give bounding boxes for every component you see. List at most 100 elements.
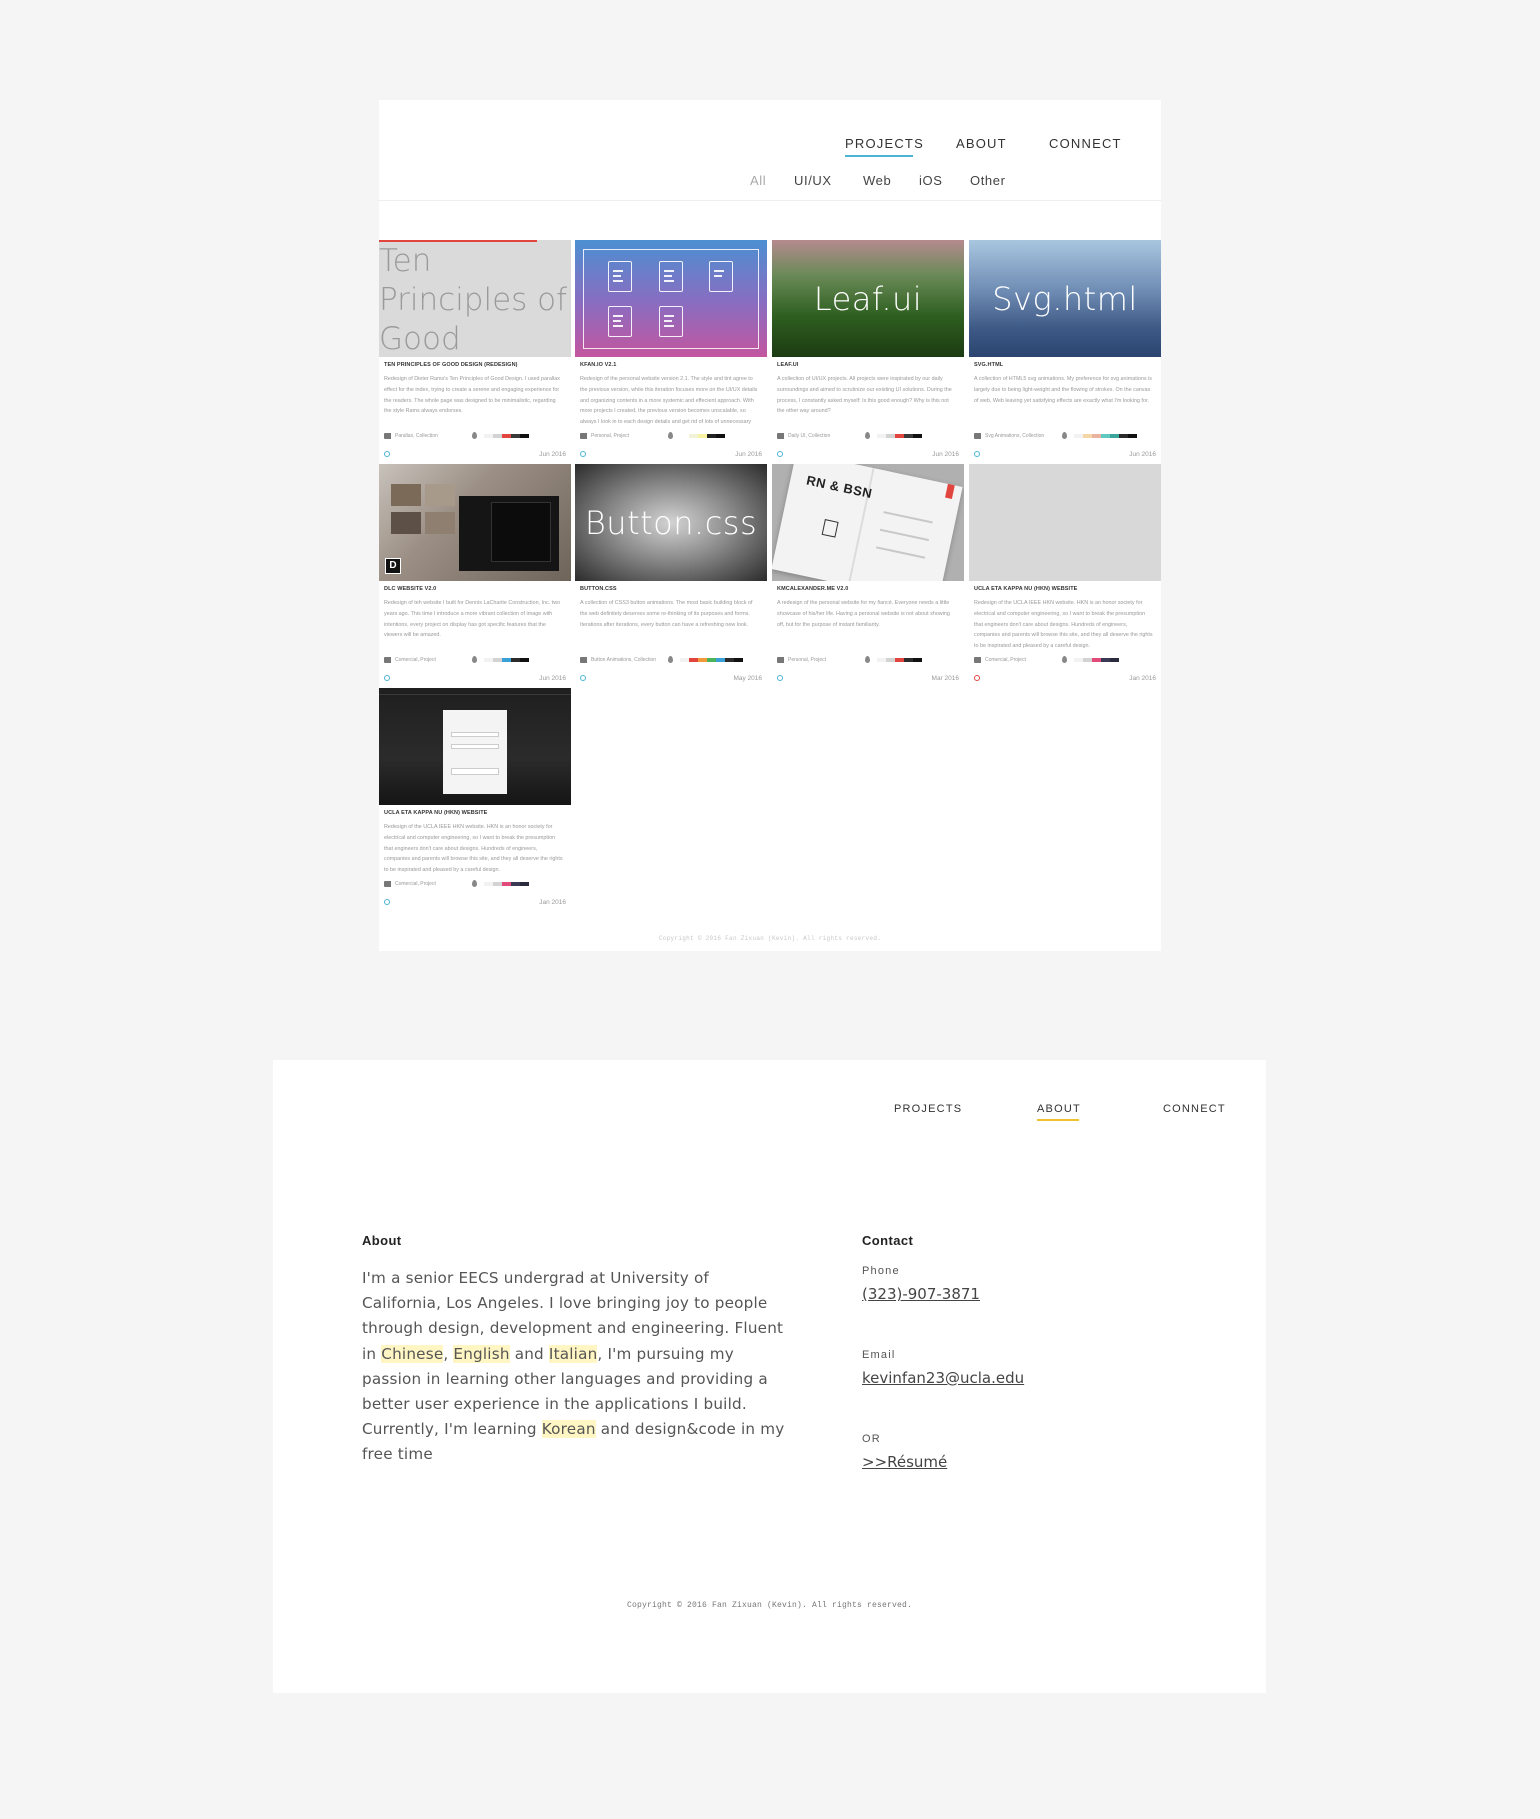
project-tags[interactable]: Parallax, Collection [395,433,438,439]
project-tags[interactable]: Comercial, Project [395,657,436,663]
color-palette [680,658,743,662]
text-line [876,546,926,559]
palette-swatch [913,434,922,438]
thumbnail-title: Svg.html [992,279,1138,318]
nav-projects-link[interactable]: PROJECTS [894,1103,962,1115]
palette-swatch [904,434,913,438]
status-dot-icon [974,675,980,681]
project-tags[interactable]: Button Animations, Collection [591,657,656,663]
project-thumbnail[interactable]: RN & BSN [772,464,964,581]
color-drop-icon [1062,432,1067,439]
project-name[interactable]: UCLA ETA KAPPA NU (HKN) WEBSITE [974,586,1077,592]
login-field [451,732,499,737]
tag-icon [384,657,391,663]
project-card[interactable]: Button.css BUTTON.CSS A collection of CS… [575,464,767,689]
color-drop-icon [668,432,673,439]
palette-swatch [886,658,895,662]
palette-swatch [895,658,904,662]
palette-swatch [484,882,493,886]
open-book-mockup: RN & BSN [772,464,963,581]
project-name[interactable]: LEAF.UI [777,362,798,368]
thumbnail-title: Ten Principles of Good Design [379,243,568,357]
project-tags[interactable]: Comercial, Project [395,881,436,887]
project-meta: Daily UI, Collection [777,432,959,441]
palette-swatch [1110,658,1119,662]
filter-ios[interactable]: iOS [919,173,942,188]
project-date: Jun 2016 [539,675,566,682]
palette-swatch [716,658,725,662]
project-card[interactable]: KFAN.IO V2.1 Redesign of the personal we… [575,240,767,465]
project-card[interactable]: Ten Principles of Good Design TEN PRINCI… [379,240,571,465]
filter-web[interactable]: Web [863,173,891,188]
palette-swatch [493,882,502,886]
palette-swatch [520,882,529,886]
nav-about-link[interactable]: ABOUT [1037,1103,1081,1115]
project-card[interactable]: UCLA ETA KAPPA NU (HKN) WEBSITE Redesign… [969,464,1161,689]
color-drop-icon [472,432,477,439]
project-footer: Jun 2016 [384,675,566,683]
project-name[interactable]: KFAN.IO V2.1 [580,362,616,368]
nav-connect-link[interactable]: CONNECT [1049,136,1122,151]
phone-link[interactable]: (323)-907-3871 [862,1285,980,1303]
status-dot-icon [384,899,390,905]
about-paragraph: I'm a senior EECS undergrad at Universit… [362,1266,792,1468]
color-palette [484,658,529,662]
project-thumbnail[interactable] [969,464,1161,581]
color-drop-icon [472,880,477,887]
photo-thumb [391,512,421,534]
project-tags[interactable]: Personal, Project [591,433,629,439]
document-icon [659,306,683,337]
project-tags[interactable]: Svg Animations, Collection [985,433,1044,439]
thumbnail-title: Button.css [584,503,758,542]
resume-link[interactable]: >>Résumé [862,1453,947,1471]
project-card[interactable]: D DLC WEBSITE V2.0 Redesign of teh websi… [379,464,571,689]
filter-other[interactable]: Other [970,173,1006,188]
filter-uiux[interactable]: UI/UX [794,173,832,188]
project-name[interactable]: UCLA ETA KAPPA NU (HKN) WEBSITE [384,810,487,816]
palette-swatch [1074,658,1083,662]
about-page-card: PROJECTS ABOUT CONNECT About I'm a senio… [273,1060,1266,1693]
tag-icon [777,433,784,439]
project-name[interactable]: TEN PRINCIPLES OF GOOD DESIGN (REDESIGN) [384,362,518,368]
login-panel [443,710,507,794]
project-card[interactable]: RN & BSN KMCALEXANDER.ME V2.0 A redesign… [772,464,964,689]
tag-icon [384,881,391,887]
project-meta: Parallax, Collection [384,432,566,441]
color-palette [680,434,725,438]
project-tags[interactable]: Comercial, Project [985,657,1026,663]
project-meta: Svg Animations, Collection [974,432,1156,441]
email-link[interactable]: kevinfan23@ucla.edu [862,1369,1024,1387]
palette-swatch [502,434,511,438]
project-thumbnail[interactable] [575,240,767,357]
palette-swatch [886,434,895,438]
nav-about-link[interactable]: ABOUT [956,136,1007,151]
text-line [879,528,930,541]
project-thumbnail[interactable]: Leaf.ui [772,240,964,357]
project-tags[interactable]: Personal, Project [788,657,826,663]
project-name[interactable]: KMCALEXANDER.ME V2.0 [777,586,848,592]
filter-all[interactable]: All [750,173,766,188]
project-date: Jun 2016 [932,451,959,458]
email-block: Email kevinfan23@ucla.edu [862,1349,1024,1388]
project-thumbnail[interactable]: Svg.html [969,240,1161,357]
palette-swatch [689,658,698,662]
project-thumbnail[interactable] [379,688,571,805]
project-thumbnail[interactable]: D [379,464,571,581]
project-thumbnail[interactable]: Ten Principles of Good Design [379,240,571,357]
project-card[interactable]: Svg.html SVG.HTML A collection of HTML5 … [969,240,1161,465]
nav-projects-link[interactable]: PROJECTS [845,136,924,151]
project-tags[interactable]: Daily UI, Collection [788,433,830,439]
language-highlight: Chinese [381,1344,444,1363]
project-card[interactable]: UCLA ETA KAPPA NU (HKN) WEBSITE Redesign… [379,688,571,913]
project-card[interactable]: Leaf.ui LEAF.UI A collection of UI/UX pr… [772,240,964,465]
project-name[interactable]: BUTTON.CSS [580,586,617,592]
color-drop-icon [668,656,673,663]
project-thumbnail[interactable]: Button.css [575,464,767,581]
bookmark-icon [945,483,955,500]
project-meta: Button Animations, Collection [580,656,762,665]
project-name[interactable]: DLC WEBSITE V2.0 [384,586,436,592]
project-meta: Comercial, Project [384,880,566,889]
project-name[interactable]: SVG.HTML [974,362,1003,368]
nav-connect-link[interactable]: CONNECT [1163,1103,1226,1115]
resume-block: OR >>Résumé [862,1433,947,1472]
